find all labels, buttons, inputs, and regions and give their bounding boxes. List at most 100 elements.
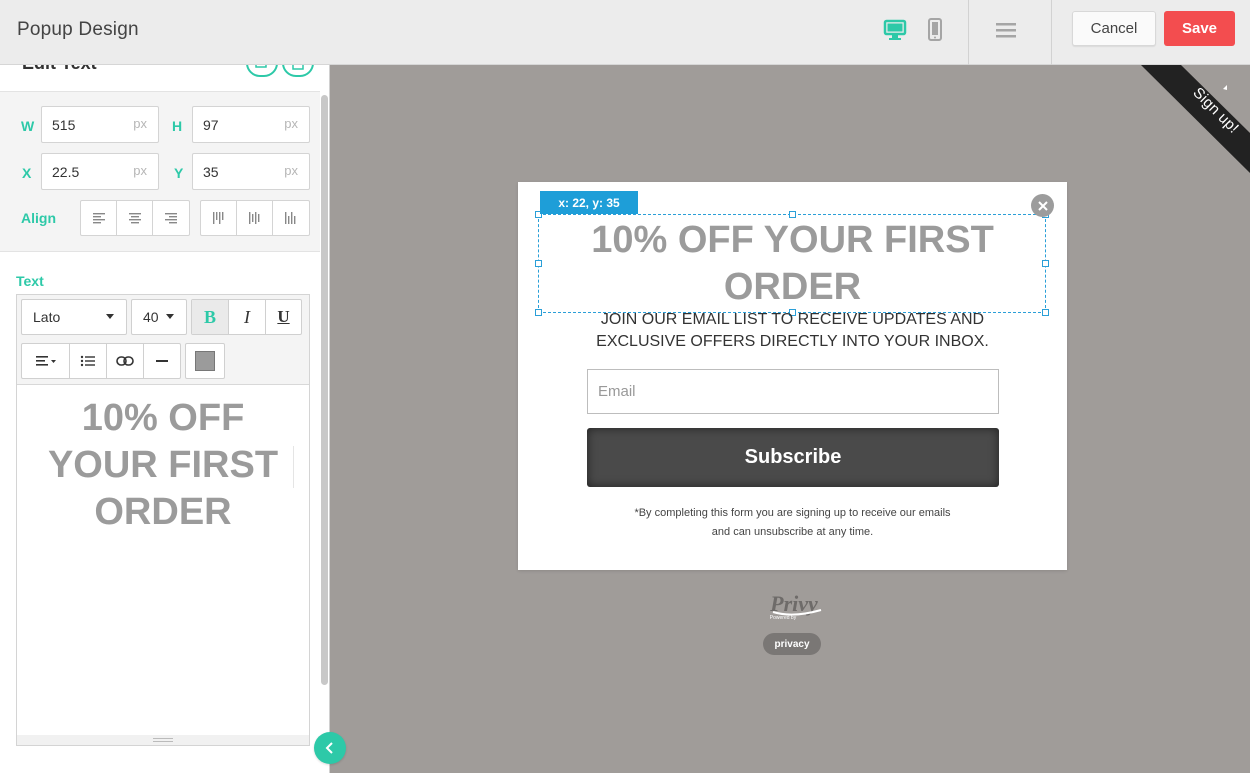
- align-left-icon: [35, 356, 56, 366]
- selection-box[interactable]: [535, 211, 1049, 316]
- y-unit: px: [284, 163, 298, 178]
- x-input[interactable]: 22.5 px: [41, 153, 159, 190]
- minus-icon: [156, 360, 168, 362]
- desktop-view-button[interactable]: [880, 16, 910, 44]
- delete-button[interactable]: [282, 65, 314, 77]
- email-field[interactable]: Email: [587, 369, 999, 414]
- design-canvas: Sign up! 10% OFF YOUR FIRST ORDER x: 22,…: [331, 65, 1250, 773]
- mobile-view-button[interactable]: [920, 16, 950, 44]
- italic-button[interactable]: I: [229, 300, 266, 334]
- toolbar-divider: [968, 0, 969, 65]
- sidebar-panel: Edit Text W 515 px H 97 px X 22.5 px Y 3…: [0, 65, 330, 773]
- disclaimer-line: *By completing this form you are signing…: [634, 507, 951, 519]
- align-right-icon: [165, 213, 177, 224]
- align-top-icon: [212, 212, 223, 224]
- align-right-button[interactable]: [153, 201, 189, 235]
- align-middle-button[interactable]: [237, 201, 273, 235]
- editor-resize-handle[interactable]: [17, 735, 309, 745]
- italic-icon: I: [244, 306, 250, 327]
- height-input[interactable]: 97 px: [192, 106, 310, 143]
- text-align-dropdown[interactable]: [22, 344, 70, 378]
- save-button[interactable]: Save: [1164, 11, 1235, 46]
- resize-handle[interactable]: [1042, 309, 1049, 316]
- width-input[interactable]: 515 px: [41, 106, 159, 143]
- x-label: X: [22, 165, 32, 181]
- bold-button[interactable]: B: [192, 300, 229, 334]
- close-icon: [1037, 200, 1048, 211]
- popup-disclaimer[interactable]: *By completing this form you are signing…: [598, 504, 987, 542]
- privacy-link[interactable]: privacy: [763, 633, 821, 655]
- align-bottom-icon: [285, 212, 296, 224]
- mobile-icon: [928, 18, 942, 41]
- link-icon: [116, 356, 134, 366]
- underline-button[interactable]: U: [266, 300, 301, 334]
- list-icon: [80, 355, 95, 367]
- subscribe-button[interactable]: Subscribe: [587, 428, 999, 487]
- privy-logo: Privy Powered by: [769, 591, 822, 621]
- top-bar: Popup Design Cancel Save: [0, 0, 1250, 65]
- cancel-button[interactable]: Cancel: [1072, 11, 1156, 46]
- paragraph-tools-group: [21, 343, 181, 379]
- popup-subtext[interactable]: JOIN OUR EMAIL LIST TO RECEIVE UPDATES A…: [578, 309, 1007, 353]
- font-select-value: Lato: [33, 309, 61, 325]
- resize-handle[interactable]: [535, 260, 542, 267]
- desktop-icon: [883, 19, 907, 40]
- align-top-button[interactable]: [201, 201, 237, 235]
- align-center-icon: [128, 213, 141, 224]
- underline-icon: U: [277, 307, 290, 326]
- menu-button[interactable]: [991, 16, 1021, 44]
- hamburger-icon: [996, 23, 1016, 38]
- collapse-sidebar-button[interactable]: [314, 732, 346, 764]
- toolbar-divider: [1051, 0, 1052, 65]
- list-button[interactable]: [70, 344, 107, 378]
- align-label: Align: [21, 210, 56, 226]
- width-unit: px: [133, 116, 147, 131]
- trash-icon: [292, 65, 304, 70]
- duplicate-icon: [255, 65, 267, 68]
- align-left-icon: [92, 213, 105, 224]
- height-value: 97: [203, 116, 219, 133]
- text-color-button[interactable]: [185, 343, 225, 379]
- editor-toolbar: Lato 40 B I U: [17, 295, 309, 385]
- subtext-line: JOIN OUR EMAIL LIST TO RECEIVE UPDATES A…: [600, 311, 985, 328]
- powered-by-text: Powered by: [770, 615, 797, 621]
- resize-handle[interactable]: [1042, 260, 1049, 267]
- y-value: 35: [203, 163, 219, 180]
- font-size-value: 40: [143, 309, 159, 325]
- color-swatch-icon: [195, 351, 215, 371]
- grip-icon: [153, 738, 173, 742]
- resize-handle[interactable]: [535, 309, 542, 316]
- height-unit: px: [284, 116, 298, 131]
- disclaimer-line: and can unsubscribe at any time.: [711, 526, 874, 538]
- align-bottom-button[interactable]: [273, 201, 309, 235]
- font-size-select[interactable]: 40: [131, 299, 187, 335]
- text-section-label: Text: [16, 273, 44, 289]
- rich-text-editor: Lato 40 B I U 10% OFF YOUR FIRST ORDER: [16, 294, 310, 746]
- align-center-button[interactable]: [117, 201, 153, 235]
- sidebar-scrollbar[interactable]: [321, 95, 328, 685]
- resize-handle[interactable]: [789, 211, 796, 218]
- horizontal-align-group: [80, 200, 190, 236]
- x-unit: px: [133, 163, 147, 178]
- y-label: Y: [174, 165, 184, 181]
- x-value: 22.5: [52, 163, 80, 180]
- close-popup-button[interactable]: [1031, 194, 1054, 217]
- coordinate-tag: x: 22, y: 35: [540, 191, 638, 214]
- duplicate-button[interactable]: [246, 65, 278, 77]
- chevron-left-icon: [325, 742, 333, 754]
- vertical-align-group: [200, 200, 310, 236]
- font-select[interactable]: Lato: [21, 299, 127, 335]
- text-style-group: B I U: [191, 299, 302, 335]
- subtext-line: EXCLUSIVE OFFERS DIRECTLY INTO YOUR INBO…: [596, 333, 989, 350]
- height-label: H: [172, 118, 183, 134]
- link-button[interactable]: [107, 344, 144, 378]
- editor-content[interactable]: 10% OFF YOUR FIRST ORDER: [17, 395, 309, 536]
- app-title: Popup Design: [17, 19, 139, 40]
- y-input[interactable]: 35 px: [192, 153, 310, 190]
- align-middle-icon: [248, 212, 259, 224]
- align-left-button[interactable]: [81, 201, 117, 235]
- caret-down-icon: [166, 314, 174, 319]
- width-label: W: [21, 118, 35, 134]
- text-cursor: [293, 446, 294, 488]
- horizontal-rule-button[interactable]: [144, 344, 180, 378]
